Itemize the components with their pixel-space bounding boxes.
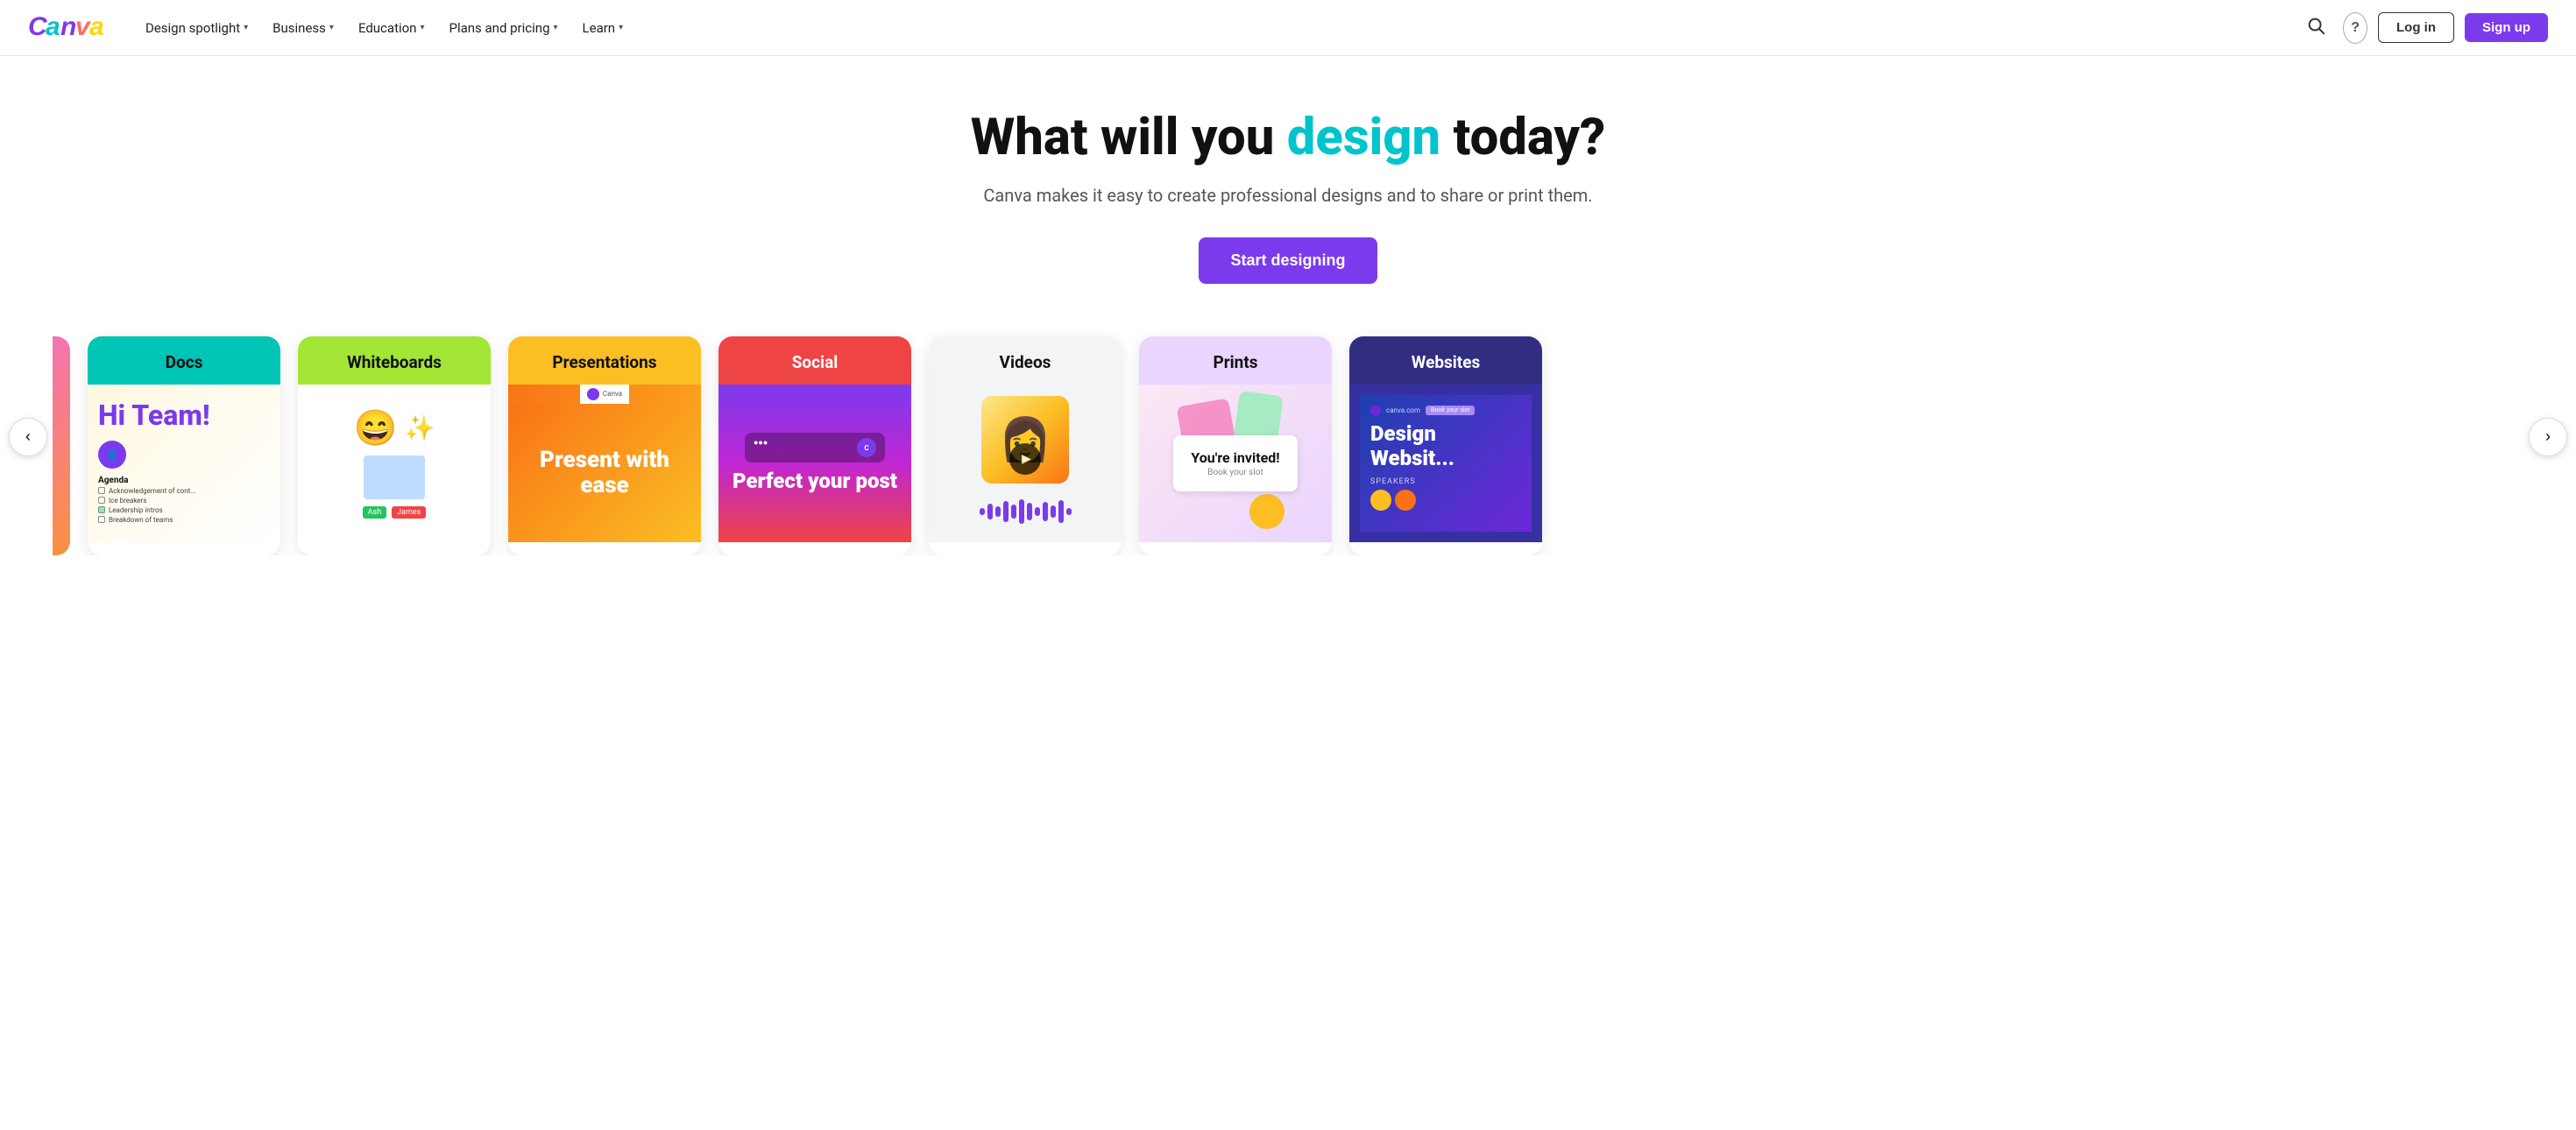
chevron-down-icon: ▾ [554, 23, 558, 32]
help-button[interactable]: ? [2343, 12, 2367, 44]
docs-item-4: Breakdown of teams [98, 516, 270, 524]
docs-item-2: Ice breakers [98, 497, 270, 505]
card-videos-body: 👩 ▶ [929, 385, 1122, 542]
card-videos-header: Videos [929, 336, 1122, 385]
prints-invite-card: You're invited! Book your slot [1173, 435, 1297, 491]
card-pres-body: Canva Present with ease [508, 385, 701, 542]
card-docs-body: Hi Team! 👤 Agenda Acknowledgement of con… [88, 385, 280, 542]
wb-tag-ash: Ash [363, 506, 386, 519]
docs-item-1: Acknowledgement of cont... [98, 487, 270, 495]
chevron-down-icon: ▾ [244, 23, 248, 32]
design-type-carousel: ‹ Docs Hi Team! 👤 Agenda Acknowledgement… [0, 319, 2576, 555]
agenda-label: Agenda [98, 476, 270, 485]
nav-label: Education [358, 20, 417, 36]
card-wb-body: 😄 ✨ Ash James [298, 385, 491, 542]
docs-avatar: 👤 [98, 441, 126, 469]
carousel-track: Docs Hi Team! 👤 Agenda Acknowledgement o… [0, 336, 2576, 555]
video-waveform [973, 492, 1079, 531]
chevron-down-icon: ▾ [329, 23, 334, 32]
nav-label: Business [272, 20, 326, 36]
card-prints[interactable]: Prints You're invited! Book your slot [1139, 336, 1332, 555]
card-pres-header: Presentations [508, 336, 701, 385]
nav-item-design-spotlight[interactable]: Design spotlight ▾ [135, 13, 258, 43]
card-docs-header: Docs [88, 336, 280, 385]
card-social-header: Social [718, 336, 911, 385]
nav-item-business[interactable]: Business ▾ [262, 13, 344, 43]
pres-preview-text: Present with ease [522, 448, 687, 498]
card-prints-body: You're invited! Book your slot [1139, 385, 1332, 542]
docs-greeting: Hi Team! [98, 395, 270, 435]
nav-item-learn[interactable]: Learn ▾ [572, 13, 634, 43]
hero-title: What will you design today? [18, 109, 2558, 167]
nav-links: Design spotlight ▾ Business ▾ Education … [135, 13, 2299, 43]
svg-text:a: a [46, 12, 60, 41]
websites-preview-title: DesignWebsit... [1370, 421, 1521, 470]
signup-button[interactable]: Sign up [2465, 13, 2548, 42]
card-videos[interactable]: Videos 👩 ▶ [929, 336, 1122, 555]
card-websites[interactable]: Websites canva.com Book your slot Design… [1349, 336, 1542, 555]
emoji-sparkle: ✨ [404, 413, 435, 442]
nav-label: Plans and pricing [449, 20, 550, 36]
card-presentations[interactable]: Presentations Canva Present with ease [508, 336, 701, 555]
navbar: C a n v a Design spotlight ▾ Business ▾ … [0, 0, 2576, 56]
card-wb-header: Whiteboards [298, 336, 491, 385]
svg-text:a: a [89, 12, 104, 41]
nav-label: Design spotlight [145, 20, 240, 36]
websites-book-btn[interactable]: Book your slot [1426, 406, 1475, 415]
nav-actions: ? Log in Sign up [2299, 9, 2548, 47]
wb-shape [364, 456, 425, 499]
card-websites-body: canva.com Book your slot DesignWebsit...… [1349, 385, 1542, 542]
svg-text:n: n [60, 12, 76, 41]
carousel-prev-button[interactable]: ‹ [9, 418, 47, 456]
emoji-smiley: 😄 [354, 407, 398, 448]
start-designing-button[interactable]: Start designing [1199, 237, 1376, 284]
card-websites-header: Websites [1349, 336, 1542, 385]
hero-subtitle: Canva makes it easy to create profession… [18, 185, 2558, 206]
chevron-down-icon: ▾ [619, 23, 623, 32]
nav-label: Learn [583, 20, 616, 36]
hero-section: What will you design today? Canva makes … [0, 56, 2576, 319]
carousel-next-button[interactable]: › [2529, 418, 2567, 456]
card-social-body: ●●● C Perfect your post [718, 385, 911, 542]
docs-item-3: Leadership intros [98, 506, 270, 514]
search-button[interactable] [2299, 9, 2332, 47]
card-partial-left [53, 336, 70, 555]
social-preview-text: Perfect your post [732, 470, 897, 492]
nav-item-plans[interactable]: Plans and pricing ▾ [439, 13, 569, 43]
wb-tag-james: James [392, 506, 426, 519]
card-social[interactable]: Social ●●● C Perfect your post [718, 336, 911, 555]
websites-speakers-label: SPEAKERS [1370, 477, 1521, 486]
card-prints-header: Prints [1139, 336, 1332, 385]
login-button[interactable]: Log in [2378, 12, 2454, 43]
logo[interactable]: C a n v a [28, 11, 107, 46]
card-docs[interactable]: Docs Hi Team! 👤 Agenda Acknowledgement o… [88, 336, 280, 555]
chevron-down-icon: ▾ [420, 23, 424, 32]
card-whiteboards[interactable]: Whiteboards 😄 ✨ Ash James [298, 336, 491, 555]
nav-item-education[interactable]: Education ▾ [348, 13, 435, 43]
